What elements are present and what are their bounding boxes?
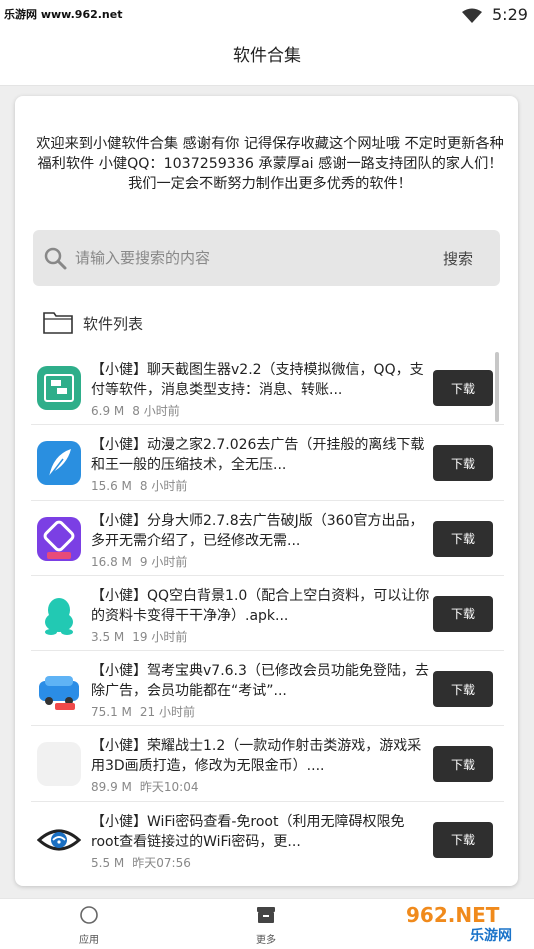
page-title: 软件合集 — [233, 46, 301, 66]
wifi-icon — [462, 8, 482, 23]
app-meta: 3.5 M 19 小时前 — [91, 628, 195, 645]
intro-text: 欢迎来到小健软件合集 感谢有你 记得保存收藏这个网址哦 不定时更新各种福利软件 … — [36, 136, 504, 192]
app-time: 昨天10:04 — [139, 780, 199, 795]
list-item[interactable]: 【小健】驾考宝典v7.6.3（已修改会员功能免登陆，去除广告，会员功能都在“考试… — [31, 651, 504, 727]
list-item[interactable]: 【小健】荣耀战士1.2（一款动作射击类游戏，游戏采用3D画质打造，修改为无限金币… — [31, 726, 504, 802]
watermark-logo-top: 962.NET — [406, 903, 500, 927]
app-time: 9 小时前 — [139, 554, 188, 569]
app-bar: 软件合集 — [0, 30, 534, 86]
penguin-icon — [37, 591, 81, 636]
app-size: 15.6 M — [91, 479, 132, 494]
section-label: 软件列表 — [83, 315, 144, 333]
app-size: 3.5 M — [91, 629, 125, 644]
list-item[interactable]: 【小健】QQ空白背景1.0（配合上空白资料，可以让你的资料卡变得干干净净）.ap… — [31, 576, 504, 652]
app-meta: 75.1 M 21 小时前 — [91, 703, 203, 720]
search-button[interactable]: 搜索 — [428, 240, 488, 276]
folder-icon — [43, 312, 73, 334]
list-item[interactable]: 【小健】聊天截图生器v2.2（支持模拟微信，QQ，支付等软件，消息类型支持：消息… — [31, 350, 504, 426]
app-size: 16.8 M — [91, 554, 132, 569]
app-meta: 6.9 M 8 小时前 — [91, 402, 188, 419]
search-input[interactable] — [75, 244, 375, 272]
app-size: 75.1 M — [91, 705, 132, 720]
app-title: 【小健】荣耀战士1.2（一款动作射击类游戏，游戏采用3D画质打造，修改为无限金币… — [91, 738, 422, 775]
app-title: 【小健】聊天截图生器v2.2（支持模拟微信，QQ，支付等软件，消息类型支持：消息… — [91, 362, 424, 398]
app-meta: 16.8 M 9 小时前 — [91, 553, 195, 570]
app-list: 【小健】聊天截图生器v2.2（支持模拟微信，QQ，支付等软件，消息类型支持：消息… — [31, 350, 504, 877]
clock: 5:29 — [492, 5, 528, 24]
app-title: 【小健】QQ空白背景1.0（配合上空白资料，可以让你的资料卡变得干干净净）.ap… — [91, 587, 430, 624]
app-size: 5.5 M — [91, 855, 125, 870]
download-button[interactable]: 下载 — [433, 595, 493, 632]
download-button[interactable]: 下载 — [433, 671, 493, 708]
app-meta: 5.5 M 昨天07:56 — [91, 854, 199, 871]
list-item[interactable]: 【小健】动漫之家2.7.026去广告（开挂般的离线下载和王一般的压缩技术，全无压… — [31, 425, 504, 501]
app-meta: 89.9 M 昨天10:04 — [91, 778, 206, 795]
app-time: 21 小时前 — [139, 705, 195, 720]
clone-master-icon — [37, 516, 81, 561]
list-item[interactable]: 【小健】分身大师2.7.8去广告破J版（360官方出品，多开无需介绍了，已经修改… — [31, 501, 504, 576]
app-meta: 15.6 M 8 小时前 — [91, 477, 195, 494]
list-item[interactable]: 【小健】WiFi密码查看-免root（利用无障碍权限免root查看链接过的WiF… — [31, 802, 504, 877]
chat-screenshot-icon — [37, 366, 81, 410]
scrollbar[interactable] — [495, 352, 499, 422]
search-icon[interactable] — [41, 244, 69, 272]
app-size: 89.9 M — [91, 780, 132, 795]
watermark-logo: 962.NET 乐游网 — [400, 902, 526, 944]
nav-label: 更多 — [256, 935, 276, 946]
app-title: 【小健】WiFi密码查看-免root（利用无障碍权限免root查看链接过的WiF… — [91, 813, 405, 850]
content-card: 欢迎来到小健软件合集 感谢有你 记得保存收藏这个网址哦 不定时更新各种福利软件 … — [15, 96, 518, 886]
app-title: 【小健】分身大师2.7.8去广告破J版（360官方出品，多开无需介绍了，已经修改… — [91, 512, 424, 549]
status-bar: 乐游网 www.962.net 5:29 — [0, 0, 534, 54]
feather-icon — [37, 441, 81, 486]
blank-app-icon — [37, 742, 81, 787]
app-time: 8 小时前 — [132, 404, 180, 418]
app-time: 昨天07:56 — [132, 855, 191, 870]
box-icon — [257, 907, 275, 923]
download-button[interactable]: 下载 — [433, 821, 493, 858]
nav-item-more[interactable]: 更多 — [236, 905, 296, 946]
nav-item-apps[interactable]: 应用 — [59, 905, 119, 946]
wifi-eye-icon — [37, 817, 81, 862]
section-header: 软件列表 — [43, 307, 243, 337]
search-bar: 搜索 — [33, 230, 500, 286]
circle-icon — [80, 906, 98, 924]
app-title: 【小健】动漫之家2.7.026去广告（开挂般的离线下载和王一般的压缩技术，全无压… — [91, 437, 425, 474]
download-button[interactable]: 下载 — [433, 445, 493, 482]
watermark-logo-bottom: 乐游网 — [470, 927, 512, 944]
download-button[interactable]: 下载 — [433, 520, 493, 557]
app-size: 6.9 M — [91, 404, 125, 418]
nav-label: 应用 — [79, 935, 99, 946]
app-time: 8 小时前 — [139, 479, 188, 494]
app-title: 【小健】驾考宝典v7.6.3（已修改会员功能免登陆，去除广告，会员功能都在“考试… — [91, 663, 429, 700]
notification-icon — [10, 20, 30, 54]
download-button[interactable]: 下载 — [433, 370, 493, 406]
car-icon — [37, 667, 81, 712]
download-button[interactable]: 下载 — [433, 746, 493, 783]
app-time: 19 小时前 — [132, 629, 188, 644]
